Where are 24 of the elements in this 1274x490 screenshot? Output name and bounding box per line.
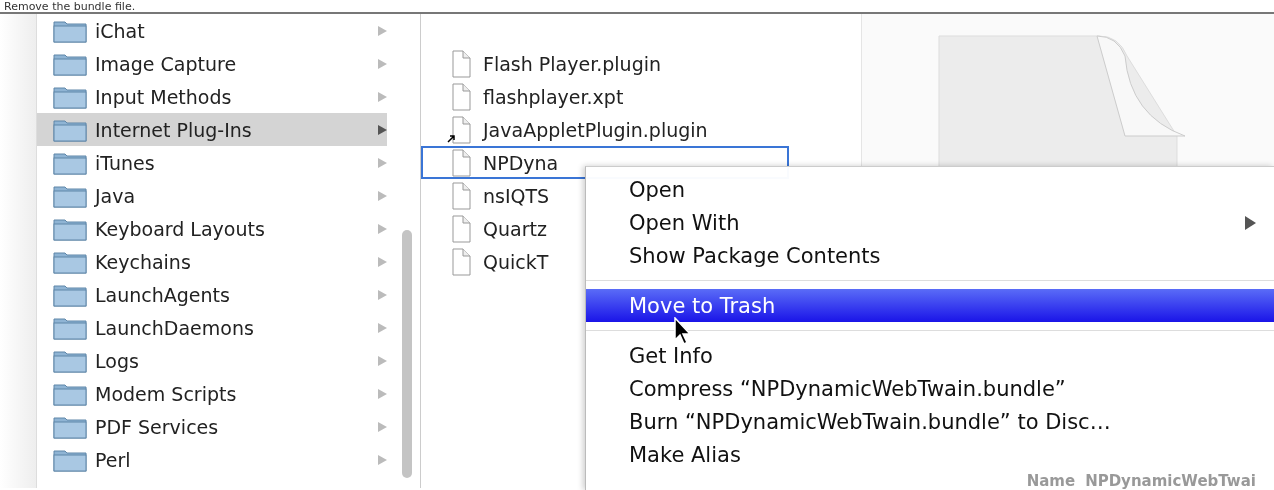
folder-name: LaunchDaemons [95, 316, 255, 339]
file-name: NPDyna [483, 151, 559, 174]
folder-name: Java [95, 184, 137, 207]
file-name: nsIQTS [483, 184, 550, 207]
folder-name: PDF Services [95, 415, 220, 438]
folder-name: Keyboard Layouts [95, 217, 266, 240]
folder-name: Logs [95, 349, 140, 372]
folder-name: Modem Scripts [95, 382, 238, 405]
folder-name: iTunes [95, 151, 156, 174]
instruction-caption: Remove the bundle file. [4, 0, 136, 12]
folder-name: Input Methods [95, 85, 233, 108]
file-name: JavaAppletPlugin.plugin [483, 118, 708, 141]
folder-name: iChat [95, 19, 146, 42]
folder-name: LaunchAgents [95, 283, 231, 306]
folder-name: Perl [95, 448, 132, 471]
folder-name: Internet Plug-Ins [95, 118, 253, 141]
name-value: NPDynamicWebTwai [1085, 473, 1256, 490]
file-name: flashplayer.xpt [483, 85, 624, 108]
folder-name: Image Capture [95, 52, 238, 75]
file-name: Flash Player.plugin [483, 52, 661, 75]
file-name: Quartz [483, 217, 547, 240]
name-label: Name [1026, 473, 1076, 490]
file-name: QuickT [483, 250, 549, 273]
folder-name: Keychains [95, 250, 192, 273]
